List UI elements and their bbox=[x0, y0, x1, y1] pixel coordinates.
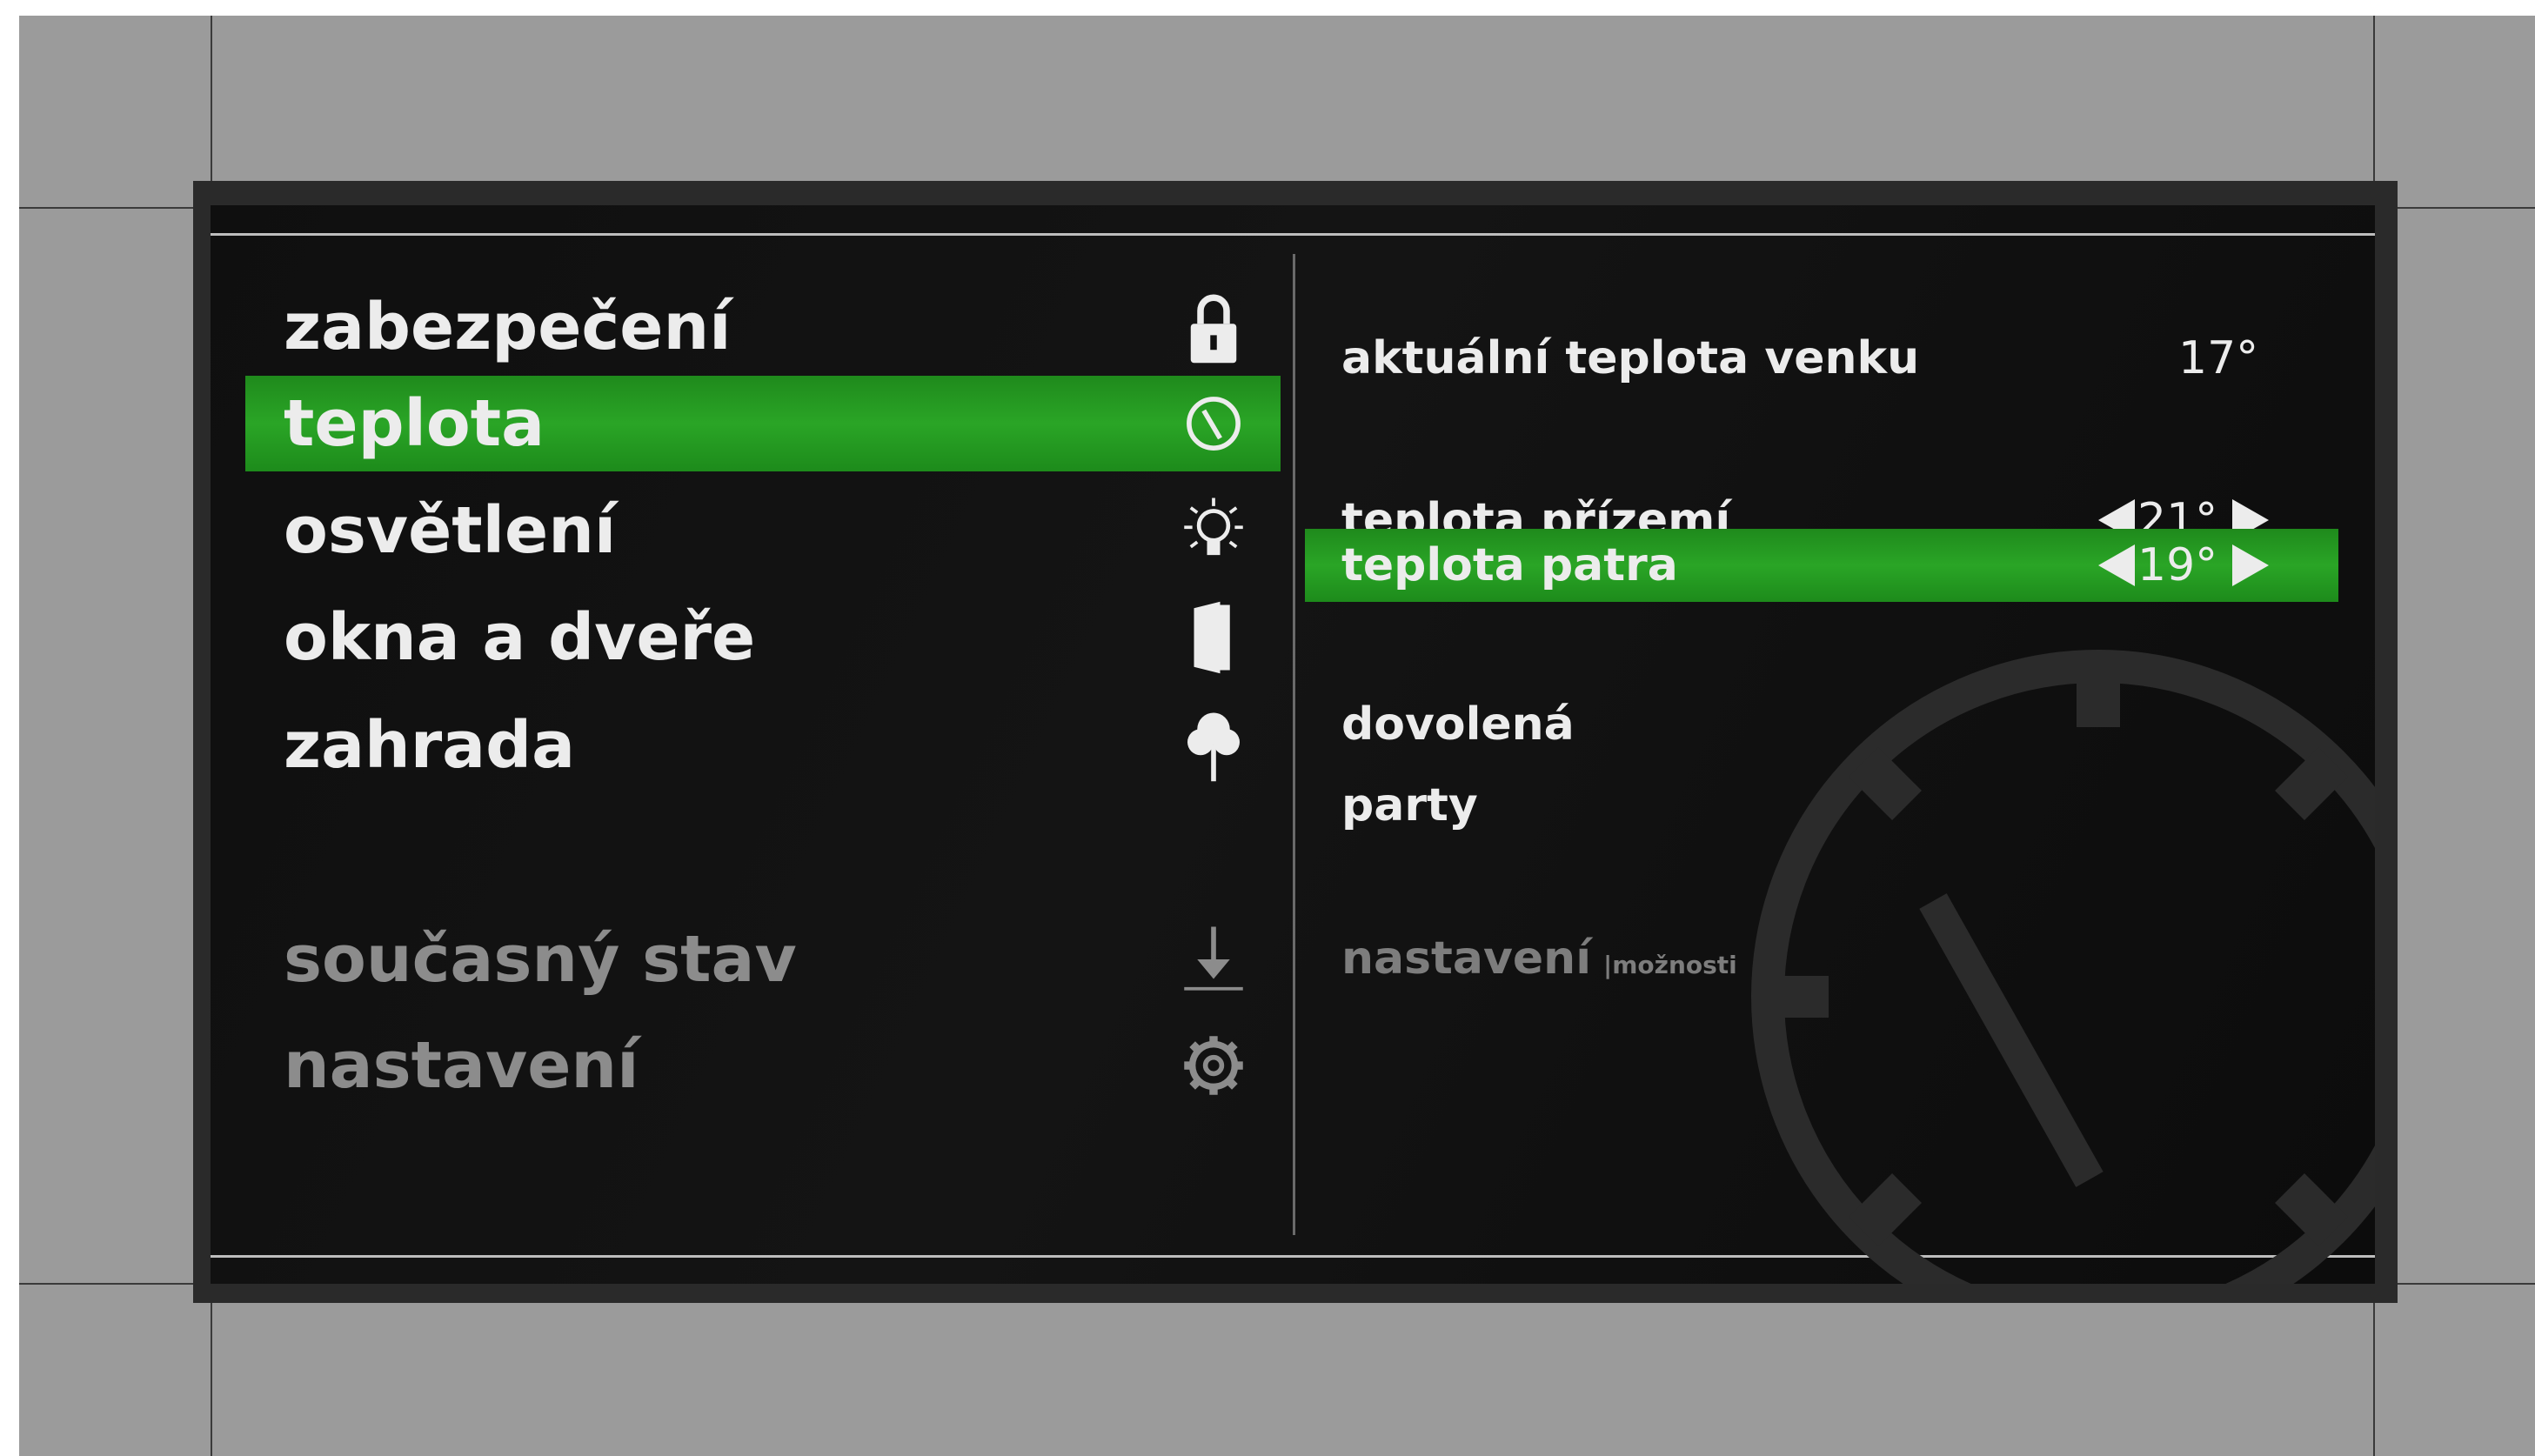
menu-item-current-status[interactable]: současný stav bbox=[245, 912, 1281, 1007]
upper-floor-temperature-value: 19° bbox=[2137, 539, 2218, 591]
menu-item-label: zabezpečení bbox=[284, 290, 732, 364]
panel-divider bbox=[1293, 254, 1295, 1235]
lightbulb-icon bbox=[1179, 491, 1248, 570]
increase-arrow-icon[interactable] bbox=[2232, 544, 2269, 586]
lock-icon bbox=[1179, 288, 1248, 366]
mode-label: dovolená bbox=[1341, 698, 1575, 751]
upper-floor-temperature-row[interactable]: teplota patra 19° bbox=[1305, 529, 2338, 602]
menu-item-settings[interactable]: nastavení bbox=[245, 1018, 1281, 1113]
settings-link-sub: |možnosti bbox=[1603, 951, 1737, 979]
menu-item-temperature[interactable]: teplota bbox=[245, 376, 1281, 471]
gear-icon bbox=[1179, 1026, 1248, 1105]
outdoor-temperature-label: aktuální teplota venku bbox=[1341, 332, 1920, 384]
menu-item-security[interactable]: zabezpečení bbox=[245, 279, 1281, 375]
mode-vacation[interactable]: dovolená bbox=[1305, 688, 2338, 761]
decrease-arrow-icon[interactable] bbox=[2098, 544, 2135, 586]
menu-item-label: zahrada bbox=[284, 708, 576, 783]
menu-item-windows-doors[interactable]: okna a dveře bbox=[245, 590, 1281, 685]
menu-item-label: nastavení bbox=[284, 1028, 639, 1103]
tree-icon bbox=[1179, 706, 1248, 785]
outdoor-temperature-value: 17° bbox=[2178, 332, 2259, 384]
control-screen: zabezpečení teplota osvětlení okna a dve… bbox=[211, 205, 2375, 1284]
menu-item-garden[interactable]: zahrada bbox=[245, 698, 1281, 793]
menu-item-lighting[interactable]: osvětlení bbox=[245, 483, 1281, 578]
mode-party[interactable]: party bbox=[1305, 769, 2338, 842]
settings-link-label: nastavení bbox=[1341, 932, 1592, 985]
mode-label: party bbox=[1341, 779, 1478, 832]
outdoor-temperature-row: aktuální teplota venku 17° bbox=[1305, 322, 2338, 395]
upper-floor-temperature-label: teplota patra bbox=[1341, 539, 1678, 591]
menu-item-label: okna a dveře bbox=[284, 600, 756, 675]
download-icon bbox=[1179, 920, 1248, 998]
door-icon bbox=[1179, 598, 1248, 677]
top-rule bbox=[211, 233, 2375, 236]
menu-item-label: teplota bbox=[284, 386, 545, 461]
menu-item-label: osvětlení bbox=[284, 493, 617, 568]
thermostat-icon bbox=[1179, 384, 1248, 463]
menu-item-label: současný stav bbox=[284, 922, 797, 997]
temperature-settings-link[interactable]: nastavení |možnosti bbox=[1341, 932, 1737, 985]
